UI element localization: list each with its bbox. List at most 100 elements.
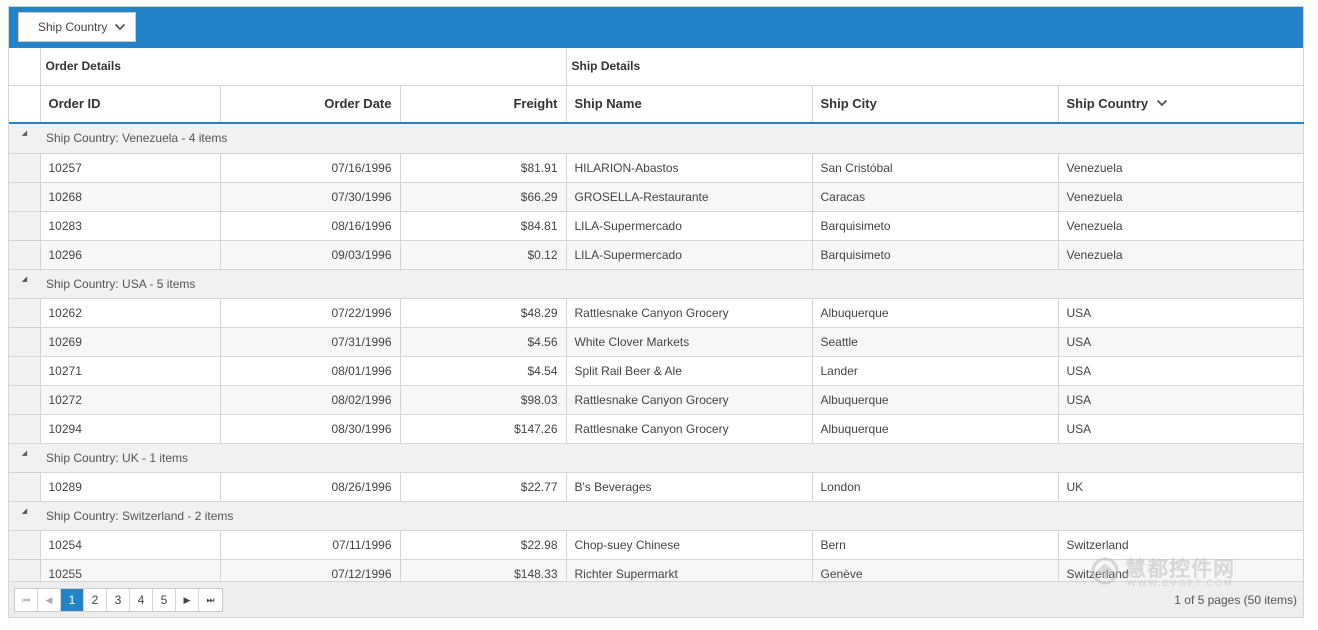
cell-freight: $66.29 xyxy=(400,182,567,212)
column-header-label: Order ID xyxy=(48,96,101,112)
cell-order-date: 07/31/1996 xyxy=(220,327,401,357)
column-header-order-date[interactable]: Order Date xyxy=(220,85,401,124)
chevron-down-icon[interactable] xyxy=(114,21,126,33)
table-row[interactable]: 10272 08/02/1996 $98.03 Rattlesnake Canyon … xyxy=(9,385,1303,415)
cell-freight: $0.12 xyxy=(400,240,567,270)
cell-order-id: 10268 xyxy=(40,182,221,212)
grid-body: ◢ Ship Country: Venezuela - 4 items 10257 0… xyxy=(9,124,1303,585)
cell-ship-name: LILA-Supermercado xyxy=(566,211,813,241)
page-button-1[interactable]: 1 xyxy=(61,589,84,611)
column-header-label: Ship Name xyxy=(574,96,642,112)
data-grid: Ship Country Order Details Ship Details … xyxy=(8,6,1304,618)
group-indent-cell xyxy=(9,356,41,386)
table-row[interactable]: 10257 07/16/1996 $81.91 HILARION-Abastos San… xyxy=(9,153,1303,183)
cell-ship-city: Seattle xyxy=(812,327,1059,357)
collapse-triangle-icon[interactable]: ◢ xyxy=(9,124,40,154)
collapse-triangle-icon[interactable]: ◢ xyxy=(9,269,40,299)
column-header-ship-name[interactable]: Ship Name xyxy=(566,85,813,124)
cell-ship-name: Rattlesnake Canyon Grocery xyxy=(566,298,813,328)
header-spacer xyxy=(9,48,41,86)
table-row[interactable]: 10289 08/26/1996 $22.77 B's Beverages London… xyxy=(9,472,1303,502)
group-panel: Ship Country xyxy=(9,7,1303,48)
cell-ship-country: USA xyxy=(1058,327,1303,357)
collapse-triangle-icon[interactable]: ◢ xyxy=(9,501,40,531)
first-page-icon[interactable]: ⏮ xyxy=(15,589,38,611)
cell-ship-city: Barquisimeto xyxy=(812,211,1059,241)
cell-ship-country: Switzerland xyxy=(1058,530,1303,560)
cell-ship-country: Venezuela xyxy=(1058,153,1303,183)
cell-ship-name: GROSELLA-Restaurante xyxy=(566,182,813,212)
chevron-down-icon[interactable] xyxy=(1156,97,1168,109)
cell-order-date: 09/03/1996 xyxy=(220,240,401,270)
group-chip-label: Ship Country xyxy=(38,20,108,34)
cell-ship-city: Barquisimeto xyxy=(812,240,1059,270)
cell-order-id: 10257 xyxy=(40,153,221,183)
cell-order-id: 10269 xyxy=(40,327,221,357)
cell-ship-country: Venezuela xyxy=(1058,240,1303,270)
column-group-ship-details: Ship Details xyxy=(566,48,1304,86)
collapse-triangle-icon[interactable]: ◢ xyxy=(9,443,40,473)
cell-ship-country: Venezuela xyxy=(1058,182,1303,212)
table-row[interactable]: 10254 07/11/1996 $22.98 Chop-suey Chinese Be… xyxy=(9,530,1303,560)
table-row[interactable]: 10262 07/22/1996 $48.29 Rattlesnake Canyon … xyxy=(9,298,1303,328)
cell-order-id: 10272 xyxy=(40,385,221,415)
pager-info: 1 of 5 pages (50 items) xyxy=(1174,593,1297,607)
column-header-freight[interactable]: Freight xyxy=(400,85,567,124)
cell-order-date: 08/01/1996 xyxy=(220,356,401,386)
table-row[interactable]: 10296 09/03/1996 $0.12 LILA-Supermercado Bar… xyxy=(9,240,1303,270)
column-header-ship-country[interactable]: Ship Country xyxy=(1058,85,1304,124)
page-button-2[interactable]: 2 xyxy=(84,589,107,611)
cell-ship-name: HILARION-Abastos xyxy=(566,153,813,183)
column-header-ship-city[interactable]: Ship City xyxy=(812,85,1059,124)
group-indent-cell xyxy=(9,240,41,270)
cell-order-date: 07/22/1996 xyxy=(220,298,401,328)
table-row[interactable]: 10294 08/30/1996 $147.26 Rattlesnake Canyon… xyxy=(9,414,1303,444)
cell-ship-country: Venezuela xyxy=(1058,211,1303,241)
group-label: Ship Country: UK - 1 items xyxy=(40,443,1303,473)
cell-order-date: 07/16/1996 xyxy=(220,153,401,183)
group-row: ◢ Ship Country: Switzerland - 2 items xyxy=(9,501,1303,531)
column-header-label: Order Date xyxy=(324,96,392,112)
cell-ship-name: Rattlesnake Canyon Grocery xyxy=(566,414,813,444)
group-row: ◢ Ship Country: UK - 1 items xyxy=(9,443,1303,473)
group-indent-cell xyxy=(9,472,41,502)
pager: ⏮ ◀ 1 2 3 4 5 ▶ ⏭ 1 of 5 pages (50 items… xyxy=(9,581,1303,617)
group-label: Ship Country: Venezuela - 4 items xyxy=(40,124,1303,154)
cell-ship-country: USA xyxy=(1058,356,1303,386)
last-page-icon[interactable]: ⏭ xyxy=(199,589,222,611)
cell-order-date: 08/16/1996 xyxy=(220,211,401,241)
table-row[interactable]: 10283 08/16/1996 $84.81 LILA-Supermercado Ba… xyxy=(9,211,1303,241)
group-chip-ship-country[interactable]: Ship Country xyxy=(18,12,136,42)
column-header-order-id[interactable]: Order ID xyxy=(40,85,221,124)
page-button-4[interactable]: 4 xyxy=(130,589,153,611)
prev-page-icon[interactable]: ◀ xyxy=(38,589,61,611)
group-indent-cell xyxy=(9,153,41,183)
cell-order-id: 10289 xyxy=(40,472,221,502)
column-header-label: Freight xyxy=(513,96,558,112)
group-indent-cell xyxy=(9,182,41,212)
cell-order-id: 10283 xyxy=(40,211,221,241)
page-button-5[interactable]: 5 xyxy=(153,589,176,611)
table-row[interactable]: 10271 08/01/1996 $4.54 Split Rail Beer & Al… xyxy=(9,356,1303,386)
page-button-3[interactable]: 3 xyxy=(107,589,130,611)
grid-header: Order Details Ship Details Order ID Orde… xyxy=(9,48,1304,124)
table-row[interactable]: 10269 07/31/1996 $4.56 White Clover Markets… xyxy=(9,327,1303,357)
cell-ship-country: USA xyxy=(1058,385,1303,415)
cell-freight: $22.98 xyxy=(400,530,567,560)
header-spacer xyxy=(9,85,41,124)
cell-ship-name: LILA-Supermercado xyxy=(566,240,813,270)
cell-freight: $22.77 xyxy=(400,472,567,502)
cell-ship-country: UK xyxy=(1058,472,1303,502)
cell-ship-name: Rattlesnake Canyon Grocery xyxy=(566,385,813,415)
cell-ship-city: Albuquerque xyxy=(812,385,1059,415)
table-row[interactable]: 10268 07/30/1996 $66.29 GROSELLA-Restaurant… xyxy=(9,182,1303,212)
next-page-icon[interactable]: ▶ xyxy=(176,589,199,611)
group-row: ◢ Ship Country: Venezuela - 4 items xyxy=(9,124,1303,154)
cell-order-id: 10254 xyxy=(40,530,221,560)
cell-ship-country: USA xyxy=(1058,414,1303,444)
cell-ship-city: San Cristóbal xyxy=(812,153,1059,183)
cell-ship-city: Caracas xyxy=(812,182,1059,212)
cell-freight: $84.81 xyxy=(400,211,567,241)
group-indent-cell xyxy=(9,530,41,560)
cell-order-id: 10296 xyxy=(40,240,221,270)
